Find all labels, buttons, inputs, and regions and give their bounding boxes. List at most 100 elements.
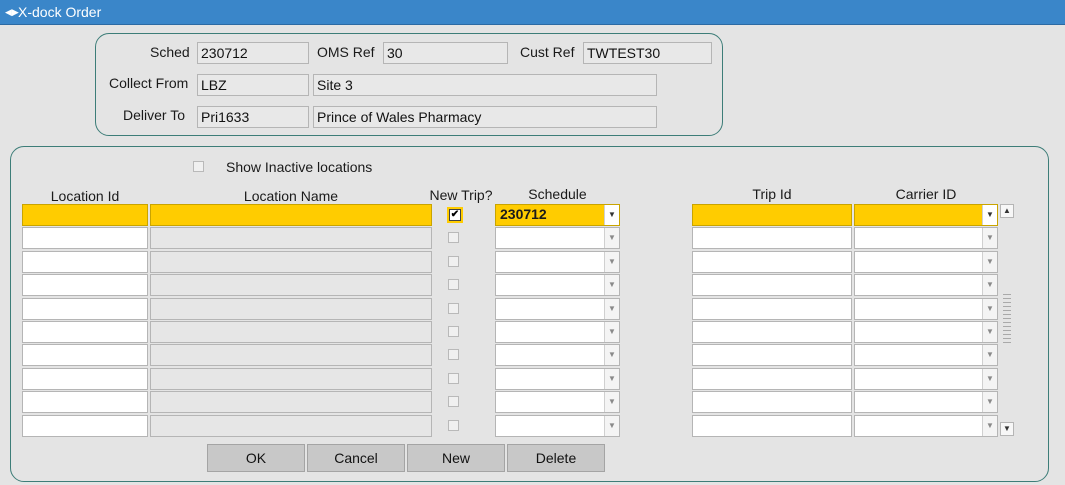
- new-trip-checkbox[interactable]: [448, 396, 459, 407]
- new-trip-checkbox[interactable]: [448, 256, 459, 267]
- location-name-cell[interactable]: [150, 251, 432, 273]
- chevron-down-icon[interactable]: ▼: [604, 416, 619, 436]
- chevron-down-icon[interactable]: ▼: [982, 392, 997, 412]
- scroll-track[interactable]: [1000, 218, 1014, 422]
- trip-id-cell[interactable]: [692, 321, 852, 343]
- chevron-down-icon[interactable]: ▼: [604, 322, 619, 342]
- carrier-id-combo[interactable]: ▼: [854, 344, 998, 366]
- trip-id-cell[interactable]: [692, 204, 852, 226]
- location-id-cell[interactable]: [22, 415, 148, 437]
- sched-field[interactable]: 230712: [197, 42, 309, 64]
- schedule-combo[interactable]: ▼: [495, 391, 620, 413]
- schedule-combo[interactable]: ▼: [495, 344, 620, 366]
- trip-id-cell[interactable]: [692, 298, 852, 320]
- collect-from-code-field[interactable]: LBZ: [197, 74, 309, 96]
- schedule-combo[interactable]: ▼: [495, 298, 620, 320]
- chevron-down-icon[interactable]: ▼: [604, 392, 619, 412]
- window-menu-icon[interactable]: ◀▶: [5, 7, 19, 17]
- chevron-down-icon[interactable]: ▼: [982, 322, 997, 342]
- location-name-cell[interactable]: [150, 321, 432, 343]
- delete-button[interactable]: Delete: [507, 444, 605, 472]
- collect-from-name-field[interactable]: Site 3: [313, 74, 657, 96]
- new-trip-checkbox[interactable]: [448, 232, 459, 243]
- scroll-up-arrow-icon[interactable]: ▲: [1000, 204, 1014, 218]
- location-id-cell[interactable]: [22, 251, 148, 273]
- deliver-to-code-field[interactable]: Pri1633: [197, 106, 309, 128]
- schedule-combo[interactable]: ▼: [495, 227, 620, 249]
- new-trip-checkbox[interactable]: [448, 303, 459, 314]
- chevron-down-icon[interactable]: ▼: [604, 369, 619, 389]
- chevron-down-icon[interactable]: ▼: [604, 299, 619, 319]
- location-id-cell[interactable]: [22, 204, 148, 226]
- trip-id-cell[interactable]: [692, 251, 852, 273]
- trip-id-cell[interactable]: [692, 391, 852, 413]
- chevron-down-icon[interactable]: ▼: [982, 299, 997, 319]
- trip-id-cell[interactable]: [692, 274, 852, 296]
- chevron-down-icon[interactable]: ▼: [604, 345, 619, 365]
- location-id-cell[interactable]: [22, 391, 148, 413]
- carrier-id-combo[interactable]: ▼: [854, 274, 998, 296]
- new-trip-checkbox[interactable]: [448, 420, 459, 431]
- chevron-down-icon[interactable]: ▼: [982, 345, 997, 365]
- new-button[interactable]: New: [407, 444, 505, 472]
- schedule-combo[interactable]: 230712 ▼: [495, 204, 620, 226]
- schedule-combo[interactable]: ▼: [495, 321, 620, 343]
- trip-id-cell[interactable]: [692, 227, 852, 249]
- location-id-cell[interactable]: [22, 321, 148, 343]
- chevron-down-icon[interactable]: ▼: [982, 228, 997, 248]
- location-id-cell[interactable]: [22, 227, 148, 249]
- schedule-combo[interactable]: ▼: [495, 415, 620, 437]
- chevron-down-icon[interactable]: ▼: [604, 205, 619, 225]
- show-inactive-checkbox[interactable]: [193, 161, 204, 172]
- scroll-down-arrow-icon[interactable]: ▼: [1000, 422, 1014, 436]
- grid-vertical-scrollbar[interactable]: ▲ ▼: [1000, 204, 1014, 436]
- chevron-down-icon[interactable]: ▼: [604, 228, 619, 248]
- chevron-down-icon[interactable]: ▼: [982, 205, 997, 225]
- trip-id-cell[interactable]: [692, 415, 852, 437]
- location-id-cell[interactable]: [22, 344, 148, 366]
- oms-ref-field[interactable]: 30: [383, 42, 508, 64]
- location-name-cell[interactable]: [150, 298, 432, 320]
- window-titlebar: ◀▶ X-dock Order: [0, 0, 1065, 25]
- cancel-button[interactable]: Cancel: [307, 444, 405, 472]
- location-name-cell[interactable]: [150, 274, 432, 296]
- location-name-cell[interactable]: [150, 344, 432, 366]
- chevron-down-icon[interactable]: ▼: [982, 252, 997, 272]
- carrier-id-combo[interactable]: ▼: [854, 321, 998, 343]
- chevron-down-icon[interactable]: ▼: [982, 275, 997, 295]
- location-name-cell[interactable]: [150, 368, 432, 390]
- ok-button[interactable]: OK: [207, 444, 305, 472]
- carrier-id-combo[interactable]: ▼: [854, 391, 998, 413]
- chevron-down-icon[interactable]: ▼: [982, 369, 997, 389]
- location-name-cell[interactable]: [150, 227, 432, 249]
- new-trip-checkbox[interactable]: [448, 326, 459, 337]
- trip-id-cell[interactable]: [692, 368, 852, 390]
- scroll-thumb-grip[interactable]: [1003, 294, 1011, 344]
- carrier-id-combo[interactable]: ▼: [854, 251, 998, 273]
- location-id-cell[interactable]: [22, 368, 148, 390]
- carrier-id-combo[interactable]: ▼: [854, 204, 998, 226]
- schedule-combo[interactable]: ▼: [495, 251, 620, 273]
- new-trip-checkbox[interactable]: [448, 349, 459, 360]
- carrier-id-combo[interactable]: ▼: [854, 415, 998, 437]
- chevron-down-icon[interactable]: ▼: [982, 416, 997, 436]
- cust-ref-field[interactable]: TWTEST30: [583, 42, 712, 64]
- location-name-cell[interactable]: [150, 415, 432, 437]
- location-id-cell[interactable]: [22, 274, 148, 296]
- chevron-down-icon[interactable]: ▼: [604, 252, 619, 272]
- schedule-combo[interactable]: ▼: [495, 274, 620, 296]
- carrier-id-combo[interactable]: ▼: [854, 368, 998, 390]
- schedule-combo[interactable]: ▼: [495, 368, 620, 390]
- new-trip-checkbox[interactable]: ✔: [447, 207, 463, 223]
- location-name-cell[interactable]: [150, 391, 432, 413]
- trip-id-cell[interactable]: [692, 344, 852, 366]
- carrier-id-combo[interactable]: ▼: [854, 298, 998, 320]
- deliver-to-name-field[interactable]: Prince of Wales Pharmacy: [313, 106, 657, 128]
- location-name-cell[interactable]: [150, 204, 432, 226]
- carrier-id-combo[interactable]: ▼: [854, 227, 998, 249]
- new-trip-checkbox[interactable]: [448, 279, 459, 290]
- new-trip-checkbox[interactable]: [448, 373, 459, 384]
- location-id-cell[interactable]: [22, 298, 148, 320]
- column-header-schedule: Schedule: [528, 186, 587, 202]
- chevron-down-icon[interactable]: ▼: [604, 275, 619, 295]
